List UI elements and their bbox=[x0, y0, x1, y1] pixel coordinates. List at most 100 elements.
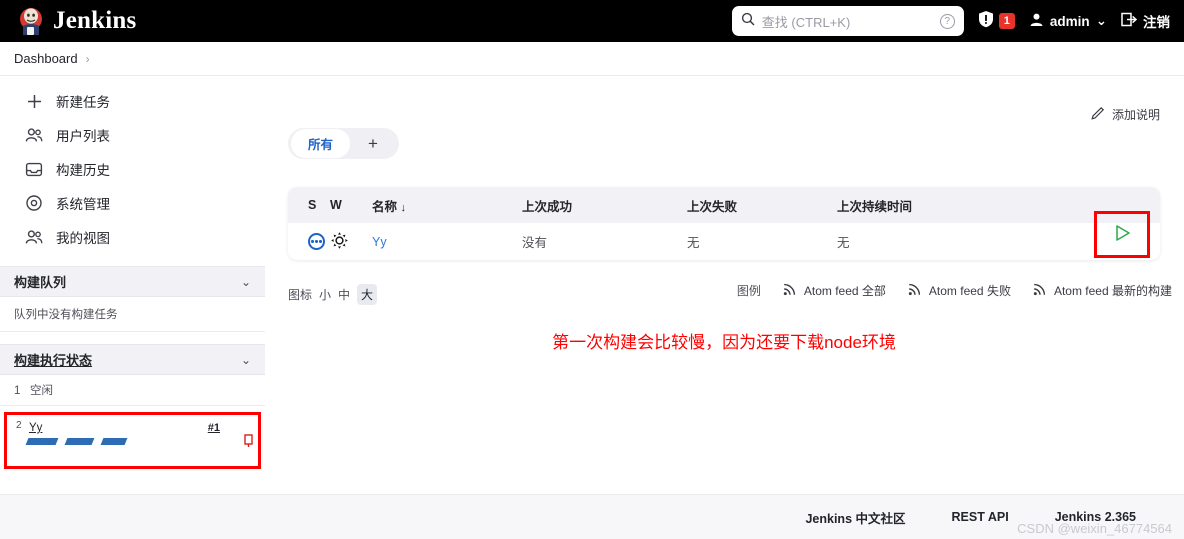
security-warning[interactable]: 1 bbox=[978, 10, 1015, 33]
icon-size-label: 图标 bbox=[288, 288, 313, 302]
atom-feed-latest-label: Atom feed 最新的构建 bbox=[1053, 284, 1172, 298]
job-last-success: 没有 bbox=[522, 236, 548, 250]
chevron-down-icon[interactable]: ⌄ bbox=[241, 275, 251, 289]
jenkins-brand[interactable]: Jenkins bbox=[0, 7, 136, 35]
warning-badge-count: 1 bbox=[998, 13, 1015, 29]
footer-rest-api-link[interactable]: REST API bbox=[952, 510, 1009, 524]
jenkins-logo-icon bbox=[18, 7, 44, 35]
build-executor-header[interactable]: 构建执行状态 ⌄ bbox=[0, 344, 265, 375]
atom-feed-all[interactable]: Atom feed 全部 bbox=[783, 282, 886, 299]
atom-feed-all-label: Atom feed 全部 bbox=[803, 284, 886, 298]
chevron-down-icon: ⌄ bbox=[1095, 13, 1107, 28]
jobs-table-header: S W 名称 ↓ 上次成功 上次失败 上次持续时间 bbox=[288, 187, 1160, 223]
add-description-label: 添加说明 bbox=[1111, 108, 1160, 122]
column-header-status[interactable]: S bbox=[288, 198, 330, 212]
plus-icon bbox=[25, 92, 43, 110]
footer-community-link[interactable]: Jenkins 中文社区 bbox=[805, 508, 905, 527]
chevron-down-icon[interactable]: ⌄ bbox=[241, 353, 251, 367]
build-queue-title: 构建队列 bbox=[14, 275, 67, 290]
executor-status-label: 空闲 bbox=[30, 385, 53, 397]
icon-size-medium[interactable]: 中 bbox=[338, 286, 350, 303]
view-tab-bar: 所有 + bbox=[288, 128, 399, 159]
brand-title: Jenkins bbox=[53, 7, 137, 34]
column-header-name-label: 名称 bbox=[372, 199, 398, 214]
sidebar-item-label: 我的视图 bbox=[56, 231, 110, 246]
search-box[interactable]: 查找 (CTRL+K) ? bbox=[731, 6, 964, 36]
jobs-table: S W 名称 ↓ 上次成功 上次失败 上次持续时间 Yy 没有 无 无 bbox=[288, 187, 1160, 260]
people-icon bbox=[25, 228, 43, 246]
sidebar: 新建任务 用户列表 构建历史 系统管理 我的视图 构建队列 ⌄ 队列中没有构建任… bbox=[0, 84, 265, 469]
help-icon[interactable]: ? bbox=[939, 13, 955, 29]
build-queue-header[interactable]: 构建队列 ⌄ bbox=[0, 266, 265, 297]
build-executor-title[interactable]: 构建执行状态 bbox=[14, 350, 92, 369]
rss-icon bbox=[1033, 282, 1047, 299]
sunny-icon bbox=[330, 231, 349, 253]
atom-feed-failures[interactable]: Atom feed 失败 bbox=[908, 282, 1011, 299]
executor-job-link[interactable]: Yy bbox=[29, 422, 42, 434]
executor-number: 1 bbox=[14, 385, 21, 397]
column-header-last-success[interactable]: 上次成功 bbox=[522, 196, 687, 215]
job-weather-icon-cell[interactable] bbox=[330, 231, 372, 253]
stop-build-icon[interactable] bbox=[243, 434, 254, 450]
column-header-last-failure[interactable]: 上次失败 bbox=[687, 196, 837, 215]
sidebar-item-manage-jenkins[interactable]: 系统管理 bbox=[0, 186, 265, 220]
sidebar-item-people[interactable]: 用户列表 bbox=[0, 118, 265, 152]
build-now-highlight bbox=[1094, 211, 1150, 258]
sidebar-item-label: 构建历史 bbox=[56, 163, 110, 178]
sidebar-item-label: 新建任务 bbox=[56, 95, 110, 110]
inbox-icon bbox=[25, 160, 43, 178]
top-navigation-bar: Jenkins 查找 (CTRL+K) ? 1 admin ⌄ 注销 bbox=[0, 0, 1184, 42]
gear-icon bbox=[25, 194, 43, 212]
executor-row-running: 2 Yy #1 bbox=[7, 415, 258, 466]
column-header-weather[interactable]: W bbox=[330, 198, 372, 212]
shield-warning-icon bbox=[978, 10, 994, 33]
pencil-icon bbox=[1091, 106, 1105, 123]
page-footer: Jenkins 中文社区 REST API Jenkins 2.365 CSDN… bbox=[0, 494, 1184, 539]
logout-button[interactable]: 注销 bbox=[1121, 11, 1170, 31]
add-view-button[interactable]: + bbox=[350, 135, 396, 152]
executor-build-link[interactable]: #1 bbox=[208, 422, 220, 434]
column-header-name[interactable]: 名称 ↓ bbox=[372, 196, 522, 215]
people-icon bbox=[25, 126, 43, 144]
build-now-icon[interactable] bbox=[1114, 224, 1131, 245]
sort-descending-icon: ↓ bbox=[400, 201, 407, 214]
tab-all[interactable]: 所有 bbox=[291, 129, 351, 158]
table-row: Yy 没有 无 无 bbox=[288, 211, 1160, 260]
breadcrumb: Dashboard › bbox=[0, 42, 1184, 76]
job-name-link[interactable]: Yy bbox=[372, 235, 522, 249]
executor-row-running-highlight: 2 Yy #1 bbox=[4, 412, 261, 469]
atom-feed-failures-label: Atom feed 失败 bbox=[928, 284, 1011, 298]
icon-size-large[interactable]: 大 bbox=[357, 284, 378, 305]
sidebar-item-my-views[interactable]: 我的视图 bbox=[0, 220, 265, 254]
executor-row-idle: 1 空闲 bbox=[0, 375, 265, 406]
icon-size-small[interactable]: 小 bbox=[319, 286, 331, 303]
search-icon bbox=[741, 12, 755, 31]
breadcrumb-dashboard[interactable]: Dashboard bbox=[14, 51, 78, 66]
progress-segment bbox=[64, 438, 95, 445]
job-last-duration: 无 bbox=[837, 236, 850, 250]
search-input[interactable]: 查找 (CTRL+K) bbox=[762, 12, 933, 31]
executor-number: 2 bbox=[16, 420, 22, 431]
rss-icon bbox=[908, 282, 922, 299]
atom-feed-latest[interactable]: Atom feed 最新的构建 bbox=[1033, 282, 1172, 299]
legend-link[interactable]: 图例 bbox=[737, 282, 761, 299]
build-queue-panel: 构建队列 ⌄ 队列中没有构建任务 bbox=[0, 266, 265, 332]
logout-label: 注销 bbox=[1143, 15, 1170, 30]
add-description-button[interactable]: 添加说明 bbox=[1091, 106, 1160, 123]
sidebar-item-build-history[interactable]: 构建历史 bbox=[0, 152, 265, 186]
progress-segment bbox=[25, 438, 59, 445]
csdn-watermark: CSDN @weixin_46774564 bbox=[1017, 521, 1172, 536]
job-status-icon-cell[interactable] bbox=[288, 233, 330, 250]
progress-segment bbox=[100, 438, 128, 445]
sidebar-item-label: 用户列表 bbox=[56, 129, 110, 144]
icon-size-selector: 图标 小 中 大 bbox=[288, 284, 378, 305]
column-header-last-duration[interactable]: 上次持续时间 bbox=[837, 196, 1037, 215]
rss-icon bbox=[783, 282, 797, 299]
user-menu[interactable]: admin ⌄ bbox=[1029, 12, 1107, 30]
build-progress-bar bbox=[25, 438, 128, 445]
breadcrumb-separator-icon: › bbox=[85, 51, 90, 66]
job-last-failure: 无 bbox=[687, 236, 700, 250]
pending-ball-icon bbox=[308, 233, 325, 250]
sidebar-item-new-job[interactable]: 新建任务 bbox=[0, 84, 265, 118]
user-name: admin bbox=[1049, 13, 1090, 29]
